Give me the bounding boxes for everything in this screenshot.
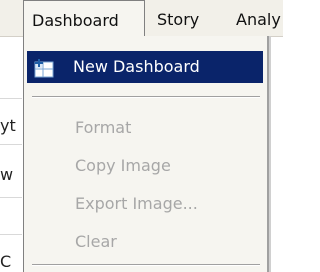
menu-item-label: Format: [75, 118, 132, 137]
menu-dashboard[interactable]: Dashboard: [23, 0, 145, 36]
workspace-text-fragment: C: [0, 252, 12, 271]
menu-item-new-dashboard[interactable]: New Dashboard: [27, 51, 263, 83]
workspace-divider: [0, 234, 22, 235]
menu-item-format[interactable]: Format: [27, 112, 263, 144]
menu-story[interactable]: Story: [157, 0, 199, 36]
menu-item-label: Export Image...: [75, 194, 198, 213]
workspace-text-fragment: yt: [0, 116, 16, 135]
workspace-divider: [0, 98, 22, 99]
menu-item-clear[interactable]: Clear: [27, 226, 263, 258]
workspace-divider: [0, 197, 22, 198]
menu-bar: Dashboard Story Analy: [0, 0, 283, 37]
dashboard-dropdown-menu: New Dashboard Format Copy Image Export I…: [23, 36, 269, 272]
menu-item-label: Copy Image: [75, 156, 171, 175]
workspace-divider: [0, 144, 22, 145]
menu-separator: [32, 264, 260, 266]
workspace-text-fragment: w: [0, 165, 14, 184]
menu-item-label: Clear: [75, 232, 117, 251]
menu-item-export-image[interactable]: Export Image...: [27, 188, 263, 220]
new-dashboard-icon: [34, 57, 54, 78]
menu-separator: [32, 96, 260, 98]
tableau-screen: yt w C Dashboard Story Analy New Dashboa…: [0, 0, 283, 272]
menu-item-copy-image[interactable]: Copy Image: [27, 150, 263, 182]
menu-item-label: New Dashboard: [73, 57, 200, 76]
menu-analysis[interactable]: Analy: [236, 0, 281, 36]
